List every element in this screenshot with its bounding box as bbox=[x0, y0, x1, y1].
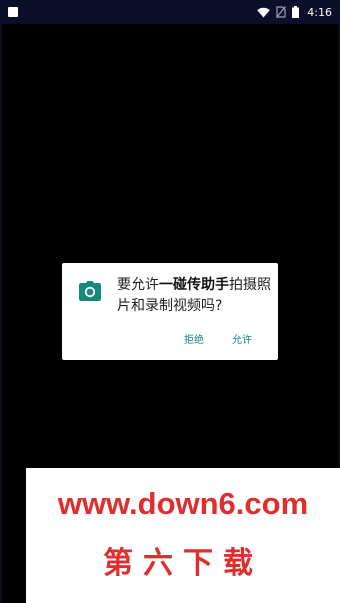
deny-button[interactable]: 拒绝 bbox=[184, 331, 204, 346]
watermark-brand: 第六下载 bbox=[103, 546, 263, 581]
status-time: 4:16 bbox=[307, 5, 332, 19]
battery-icon bbox=[292, 6, 300, 18]
app-name: 一碰传助手 bbox=[159, 277, 229, 293]
status-icons: 4:16 bbox=[257, 0, 332, 24]
permission-dialog: 要允许一碰传助手拍摄照片和录制视频吗? 拒绝 允许 bbox=[62, 263, 278, 360]
message-prefix: 要允许 bbox=[117, 277, 159, 293]
watermark-banner: www.down6.com 第六下载 bbox=[26, 468, 340, 603]
phone-screen: 4:16 要允许一碰传助手拍摄照片和录制视频吗? 拒绝 允许 www.down6… bbox=[0, 0, 340, 603]
permission-message: 要允许一碰传助手拍摄照片和录制视频吗? bbox=[117, 275, 273, 317]
watermark-url: www.down6.com bbox=[57, 486, 309, 521]
no-sim-icon bbox=[276, 6, 287, 18]
allow-button[interactable]: 允许 bbox=[232, 331, 252, 346]
status-bar: 4:16 bbox=[0, 0, 340, 24]
dialog-actions: 拒绝 允许 bbox=[184, 331, 252, 346]
wifi-icon bbox=[257, 7, 270, 17]
notification-square-icon bbox=[8, 7, 18, 17]
camera-icon bbox=[79, 281, 101, 301]
